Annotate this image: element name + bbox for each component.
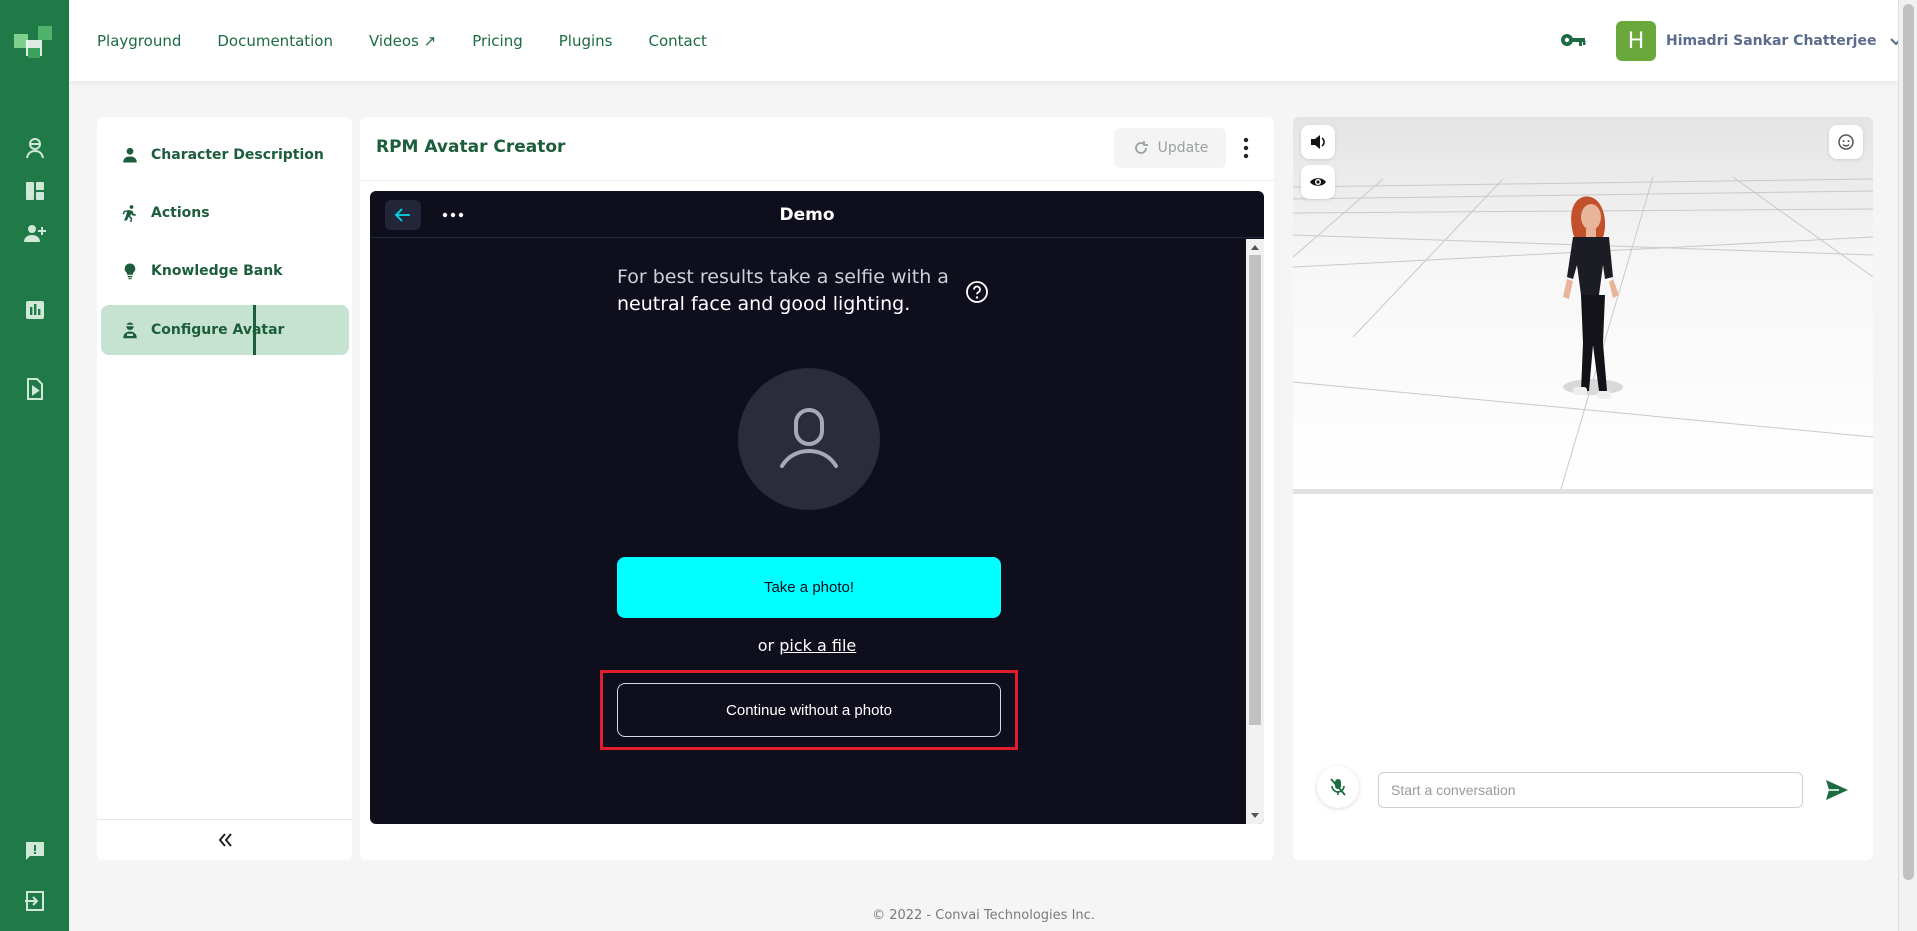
rpm-frame: Demo For best results take a selfie with… (370, 191, 1264, 824)
avatar-figure (1563, 196, 1623, 399)
frame-header: Demo (370, 191, 1264, 238)
convai-logo[interactable] (14, 26, 54, 58)
logout-icon[interactable] (22, 888, 48, 914)
left-rail (0, 0, 69, 931)
frame-scrollbar[interactable] (1246, 239, 1264, 824)
dashboard-icon[interactable] (22, 178, 48, 204)
person-outline-icon (780, 408, 838, 468)
volume-icon (1311, 135, 1325, 149)
nav-pricing[interactable]: Pricing (472, 32, 523, 50)
menu-item-label: Actions (151, 205, 210, 221)
microphone-button[interactable] (1317, 766, 1359, 808)
take-photo-button[interactable]: Take a photo! (617, 557, 1001, 618)
emotion-button[interactable] (1829, 125, 1863, 159)
more-options-icon[interactable] (1240, 135, 1252, 161)
send-icon[interactable] (1823, 776, 1851, 804)
avatar-3d-viewport[interactable] (1293, 117, 1873, 489)
nav-plugins[interactable]: Plugins (559, 32, 613, 50)
page-footer: © 2022 - Convai Technologies Inc. (872, 908, 1095, 923)
characters-icon[interactable] (22, 135, 48, 161)
mic-off-icon (1330, 778, 1346, 796)
nav-videos[interactable]: Videos ↗ (369, 32, 436, 50)
add-user-icon[interactable] (22, 220, 48, 246)
refresh-icon (1134, 141, 1148, 154)
menu-item-actions[interactable]: Actions (101, 188, 349, 238)
menu-item-label: Character Description (151, 147, 324, 163)
menu-item-knowledge-bank[interactable]: Knowledge Bank (101, 246, 349, 296)
hint-line-2: neutral face and good lighting. (617, 293, 911, 315)
top-bar: Playground Documentation Videos ↗ Pricin… (69, 0, 1903, 81)
person-icon (123, 147, 137, 163)
double-chevron-left-icon (218, 833, 232, 847)
lightbulb-icon (124, 263, 136, 280)
active-indicator (253, 305, 256, 355)
menu-item-character-description[interactable]: Character Description (101, 130, 349, 180)
analytics-icon[interactable] (22, 297, 48, 323)
character-menu: Character Description Actions Knowledge … (97, 117, 352, 860)
selfie-hint: For best results take a selfie with a ne… (617, 264, 957, 318)
menu-item-label: Configure Avatar (151, 322, 285, 338)
avatar-config-icon (123, 322, 137, 339)
panel-title: RPM Avatar Creator (376, 137, 566, 157)
eye-icon (1310, 178, 1326, 186)
photo-placeholder (738, 368, 880, 510)
conversation-input[interactable] (1378, 772, 1803, 808)
page-scrollbar[interactable] (1898, 0, 1917, 931)
collapse-sidebar-button[interactable] (97, 819, 352, 860)
api-key-icon[interactable] (1560, 28, 1586, 52)
user-menu[interactable]: H Himadri Sankar Chatterjee (1616, 21, 1904, 61)
menu-item-configure-avatar[interactable]: Configure Avatar (101, 305, 349, 355)
pick-file-line: or pick a file (757, 636, 857, 655)
pick-file-link[interactable]: pick a file (779, 636, 856, 655)
hint-line-1: For best results take a selfie with a (617, 266, 949, 288)
view-toggle-button[interactable] (1301, 165, 1335, 199)
user-avatar: H (1616, 21, 1656, 61)
face-icon (1838, 134, 1854, 150)
top-nav: Playground Documentation Videos ↗ Pricin… (97, 0, 707, 81)
nav-contact[interactable]: Contact (648, 32, 706, 50)
user-name: Himadri Sankar Chatterjee (1666, 33, 1877, 49)
nav-playground[interactable]: Playground (97, 32, 181, 50)
preview-panel (1293, 117, 1873, 860)
video-file-icon[interactable] (22, 376, 48, 402)
running-icon (122, 205, 136, 222)
menu-item-label: Knowledge Bank (151, 263, 283, 279)
nav-documentation[interactable]: Documentation (217, 32, 333, 50)
feedback-icon[interactable] (22, 838, 48, 864)
update-button[interactable]: Update (1114, 128, 1226, 168)
update-label: Update (1157, 140, 1209, 156)
avatar-creator-panel: RPM Avatar Creator Update Demo For best … (360, 117, 1274, 860)
help-icon[interactable] (965, 280, 989, 304)
continue-without-photo-button[interactable]: Continue without a photo (617, 683, 1001, 737)
frame-title: Demo (779, 205, 835, 225)
audio-toggle-button[interactable] (1301, 125, 1335, 159)
